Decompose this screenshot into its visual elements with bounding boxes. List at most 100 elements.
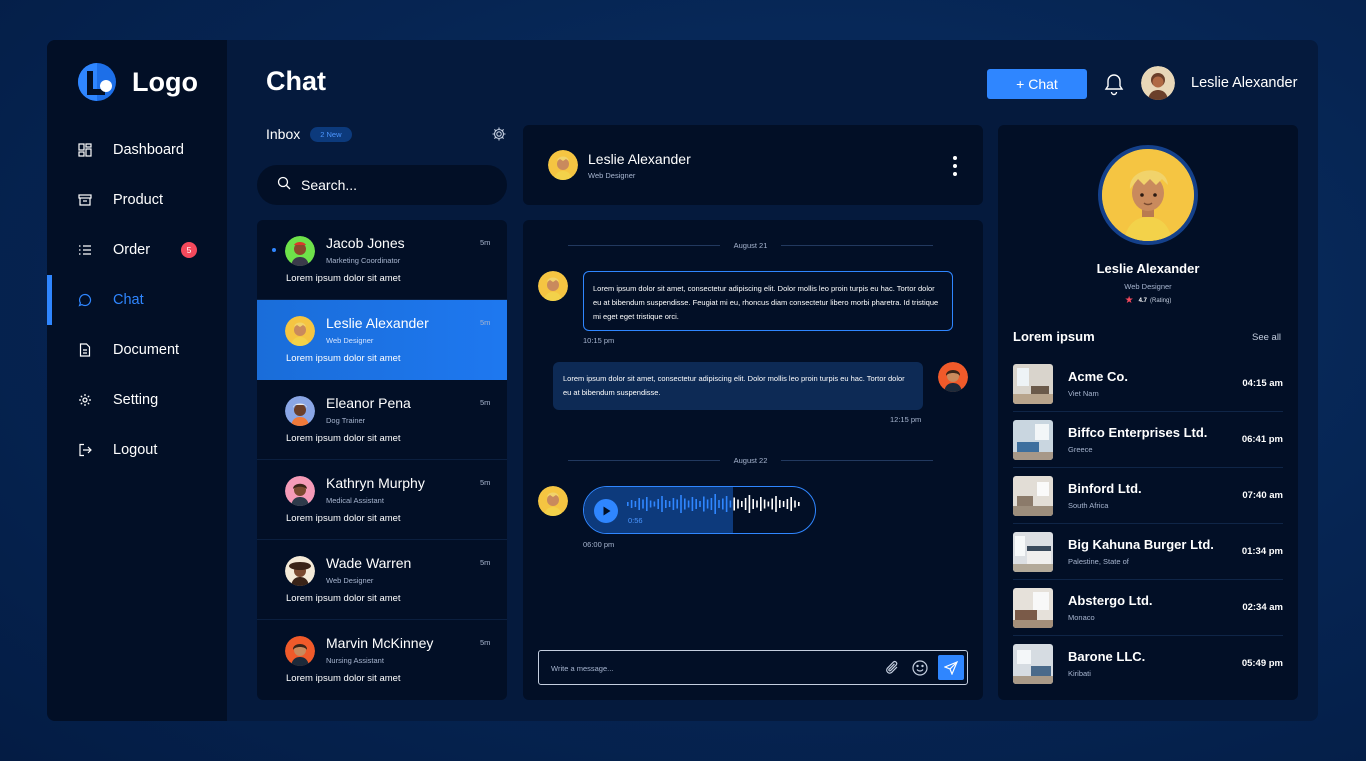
play-button[interactable] [594, 499, 618, 523]
list-item[interactable]: Barone LLC. Kiribati 05:49 pm [1013, 636, 1283, 692]
message-time: 5m [480, 558, 491, 567]
search-bar [257, 165, 507, 205]
avatar [285, 316, 315, 346]
outgoing-message: Lorem ipsum dolor sit amet, consectetur … [553, 362, 923, 410]
list-item[interactable]: Biffco Enterprises Ltd. Greece 06:41 pm [1013, 412, 1283, 468]
avatar [285, 636, 315, 666]
waveform-bar [634, 501, 637, 507]
chat-list: Jacob Jones Marketing Coordinator 5m Lor… [257, 220, 507, 700]
page-title: Chat [266, 66, 326, 96]
list-item[interactable]: Big Kahuna Burger Ltd. Palestine, State … [1013, 524, 1283, 580]
waveform-bar [661, 496, 663, 512]
emoji-icon[interactable] [911, 659, 929, 677]
message-time: 5m [480, 638, 491, 647]
avatar [285, 396, 315, 426]
star-icon: ★ [1124, 295, 1134, 306]
avatar [538, 486, 568, 516]
list-item[interactable]: Marvin McKinney Nursing Assistant 5m Lor… [257, 620, 507, 700]
app-window: Logo Dashboard Product Order 5 Chat Docu… [47, 40, 1318, 721]
waveform-bar [714, 494, 716, 514]
sidebar-nav: Dashboard Product Order 5 Chat Document … [47, 125, 227, 475]
sidebar-item-dashboard[interactable]: Dashboard [47, 125, 227, 175]
message-time: 5m [480, 478, 491, 487]
waveform-bar [649, 500, 652, 508]
company-name: Barone LLC. [1068, 649, 1146, 664]
see-all-link[interactable]: See all [1252, 332, 1281, 343]
company-time: 01:34 pm [1241, 546, 1283, 557]
divider [568, 244, 720, 246]
header-user-name[interactable]: Leslie Alexander [1191, 75, 1297, 91]
sidebar-item-order[interactable]: Order 5 [47, 225, 227, 275]
list-item[interactable]: Kathryn Murphy Medical Assistant 5m Lore… [257, 460, 507, 540]
list-item[interactable]: Acme Co. Viet Nam 04:15 am [1013, 356, 1283, 412]
rating-label: (Rating) [1149, 297, 1172, 304]
sidebar-item-document[interactable]: Document [47, 325, 227, 375]
room-thumbnail [1013, 420, 1053, 460]
sidebar: Logo Dashboard Product Order 5 Chat Docu… [47, 40, 227, 721]
sidebar-item-logout[interactable]: Logout [47, 425, 227, 475]
company-time: 02:34 am [1242, 602, 1283, 613]
sidebar-item-setting[interactable]: Setting [47, 375, 227, 425]
sidebar-item-label: Product [113, 192, 163, 208]
inbox-header: Inbox 2 New [266, 126, 352, 142]
message-input[interactable] [551, 660, 871, 676]
room-thumbnail [1013, 532, 1053, 572]
waveform-bar [725, 496, 728, 512]
document-icon [77, 342, 93, 358]
list-item[interactable]: Wade Warren Web Designer 5m Lorem ipsum … [257, 540, 507, 620]
waveform-bar [798, 502, 800, 506]
send-button[interactable] [938, 655, 964, 680]
message-time: 5m [480, 398, 491, 407]
chat-bubble-icon [77, 292, 93, 308]
waveform-bar [687, 500, 690, 508]
send-icon [944, 660, 958, 675]
waveform-bar [744, 498, 747, 510]
contact-role: Marketing Coordinator [326, 256, 401, 265]
contact-role: Web Designer [326, 576, 374, 585]
waveform-bar [790, 497, 792, 511]
waveform-bar [752, 499, 754, 509]
waveform[interactable] [627, 493, 807, 515]
list-item[interactable]: Abstergo Ltd. Monaco 02:34 am [1013, 580, 1283, 636]
profile-role: Web Designer [1124, 282, 1172, 291]
contact-role: Web Designer [326, 336, 374, 345]
avatar[interactable] [1141, 66, 1175, 100]
waveform-bar [767, 501, 770, 507]
list-item[interactable]: Leslie Alexander Web Designer 5m Lorem i… [257, 300, 507, 380]
message-preview: Lorem ipsum dolor sit amet [286, 273, 401, 284]
logo-icon [77, 62, 117, 102]
avatar [285, 236, 315, 266]
waveform-bar [672, 498, 675, 510]
list-item[interactable]: Binford Ltd. South Africa 07:40 am [1013, 468, 1283, 524]
message-preview: Lorem ipsum dolor sit amet [286, 513, 401, 524]
profile-panel: Leslie Alexander Web Designer ★ 4.7 (Rat… [998, 125, 1298, 700]
sidebar-item-label: Logout [113, 442, 158, 458]
company-name: Big Kahuna Burger Ltd. [1068, 537, 1214, 552]
waveform-bar [794, 500, 796, 508]
waveform-bar [786, 499, 789, 509]
list-icon [77, 242, 93, 258]
new-chat-button[interactable]: + Chat [987, 69, 1087, 99]
waveform-bar [771, 498, 773, 510]
logo[interactable]: Logo [77, 62, 198, 102]
gear-icon [77, 392, 93, 408]
inbox-settings-icon[interactable] [491, 126, 507, 142]
contact-role: Medical Assistant [326, 496, 384, 505]
waveform-bar [782, 501, 785, 507]
waveform-bar [756, 500, 758, 508]
list-item[interactable]: Eleanor Pena Dog Trainer 5m Lorem ipsum … [257, 380, 507, 460]
sidebar-item-chat[interactable]: Chat [47, 275, 227, 325]
message-preview: Lorem ipsum dolor sit amet [286, 673, 401, 684]
contact-role: Web Designer [588, 171, 636, 180]
message-time: 5m [480, 318, 491, 327]
sidebar-item-product[interactable]: Product [47, 175, 227, 225]
sidebar-item-label: Order [113, 242, 151, 258]
paperclip-icon[interactable] [884, 659, 902, 677]
more-vertical-icon[interactable] [950, 155, 960, 177]
message-time: 06:00 pm [583, 540, 615, 549]
list-item[interactable]: Jacob Jones Marketing Coordinator 5m Lor… [257, 220, 507, 300]
avatar[interactable] [548, 150, 578, 180]
contact-name: Jacob Jones [326, 235, 405, 251]
search-input[interactable] [301, 177, 481, 193]
bell-icon[interactable] [1103, 72, 1125, 96]
